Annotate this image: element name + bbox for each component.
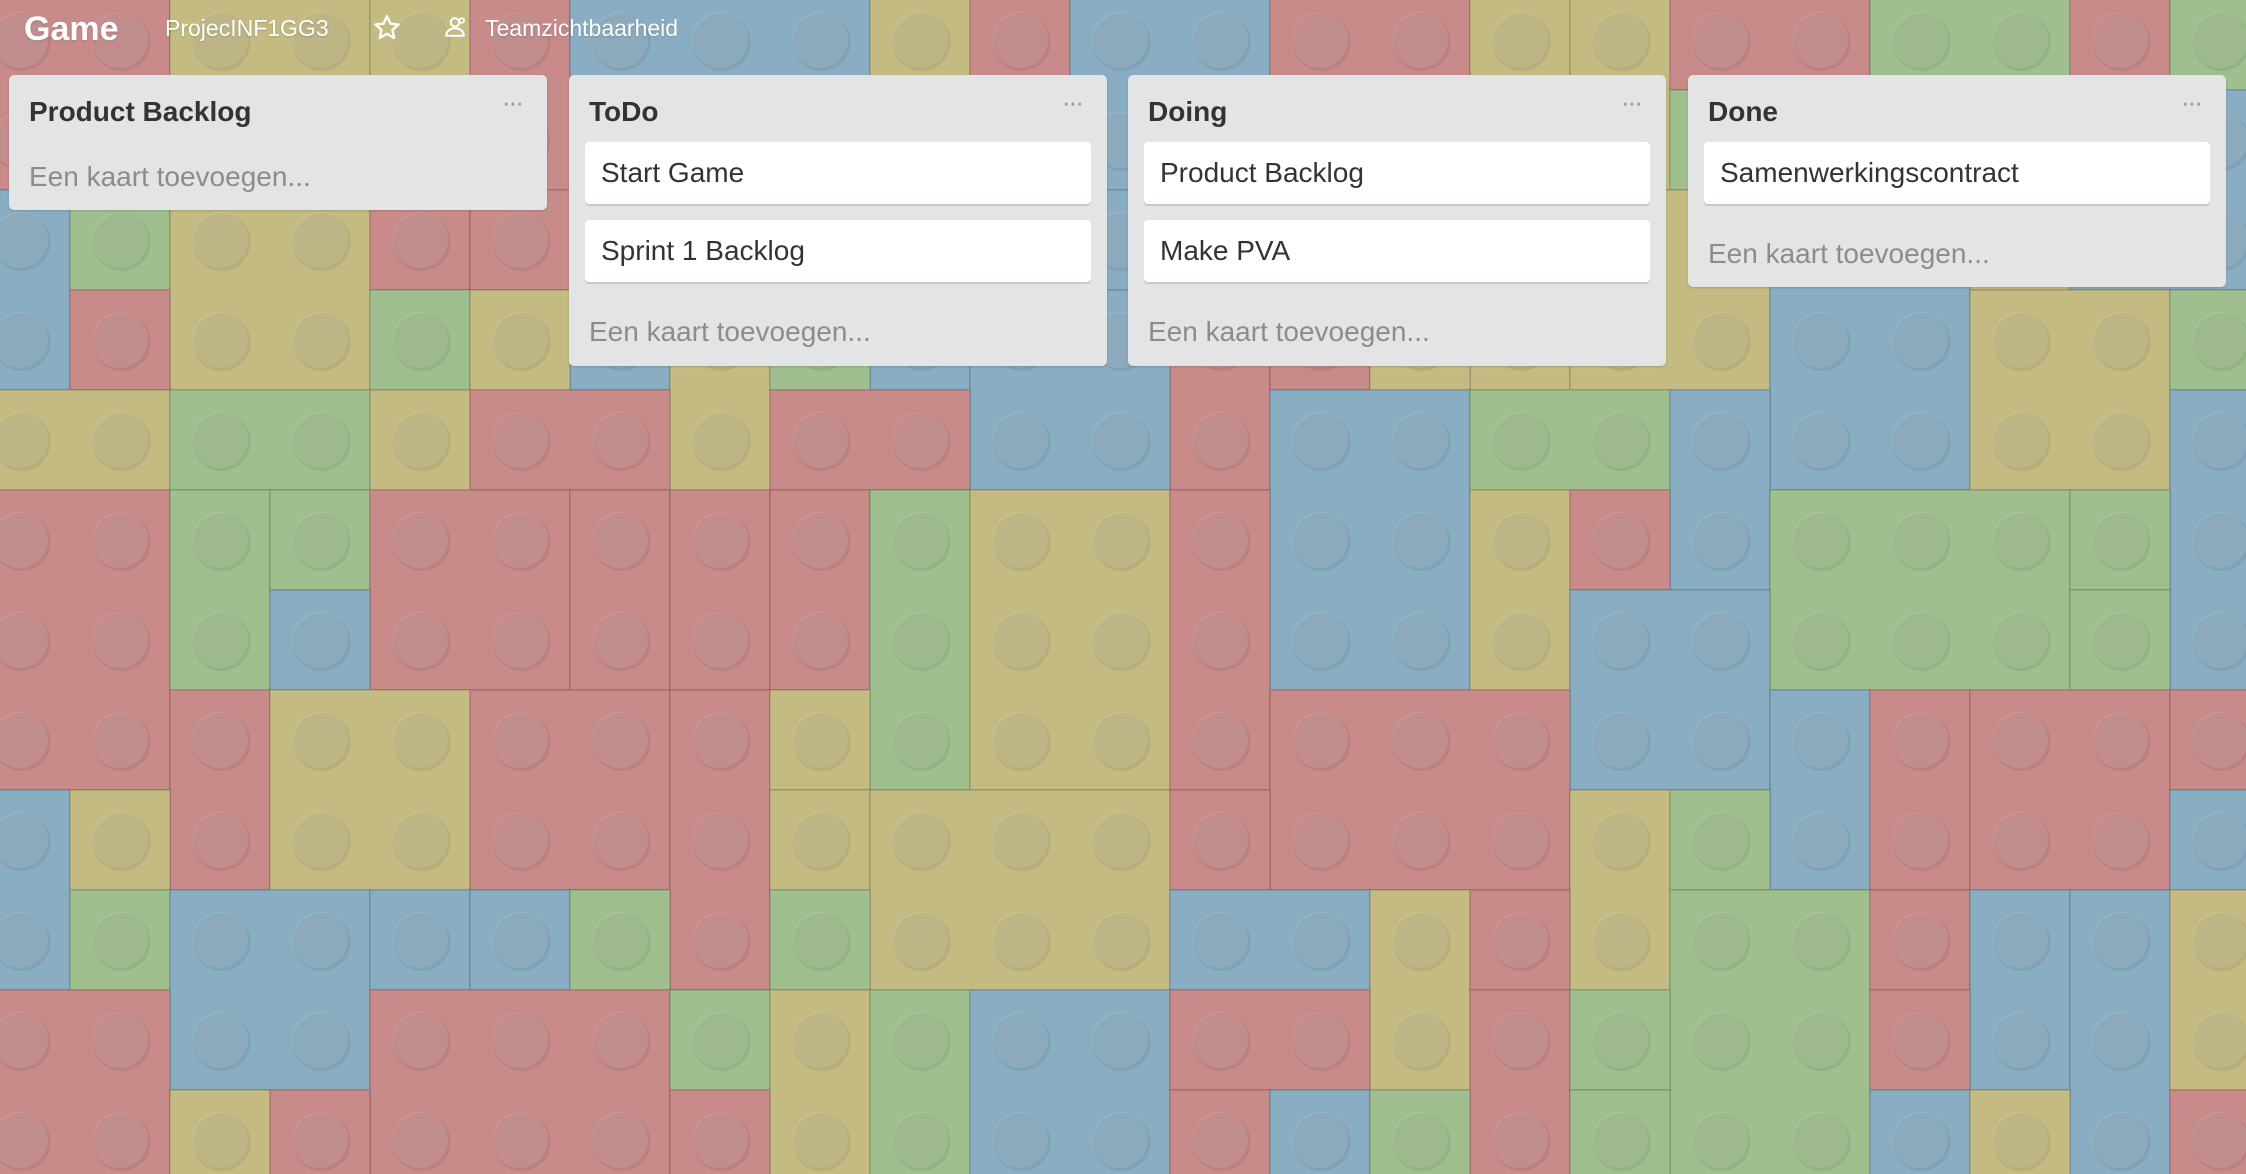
ellipsis-icon[interactable]: ··· bbox=[2174, 89, 2208, 123]
visibility-label[interactable]: Teamzichtbaarheid bbox=[485, 14, 678, 42]
card[interactable]: Product Backlog bbox=[1144, 142, 1650, 204]
team-link[interactable]: ProjecINF1GG3 bbox=[165, 14, 329, 42]
list-todo: ToDo ··· Start Game Sprint 1 Backlog Een… bbox=[569, 75, 1107, 366]
star-icon[interactable] bbox=[371, 12, 403, 44]
list-product-backlog: Product Backlog ··· Een kaart toevoegen.… bbox=[9, 75, 547, 210]
add-card-button[interactable]: Een kaart toevoegen... bbox=[589, 315, 871, 349]
ellipsis-icon[interactable]: ··· bbox=[1055, 89, 1089, 123]
ellipsis-icon[interactable]: ··· bbox=[495, 89, 529, 123]
team-visibility-icon[interactable] bbox=[441, 13, 469, 41]
add-card-button[interactable]: Een kaart toevoegen... bbox=[1148, 315, 1430, 349]
card[interactable]: Make PVA bbox=[1144, 220, 1650, 282]
board-title[interactable]: Game bbox=[24, 8, 119, 50]
list-title[interactable]: Doing bbox=[1148, 95, 1227, 129]
ellipsis-icon[interactable]: ··· bbox=[1614, 89, 1648, 123]
card[interactable]: Start Game bbox=[585, 142, 1091, 204]
list-done: Done ··· Samenwerkingscontract Een kaart… bbox=[1688, 75, 2226, 287]
list-title[interactable]: ToDo bbox=[589, 95, 658, 129]
card[interactable]: Sprint 1 Backlog bbox=[585, 220, 1091, 282]
add-card-button[interactable]: Een kaart toevoegen... bbox=[29, 160, 311, 194]
list-title[interactable]: Product Backlog bbox=[29, 95, 251, 129]
add-card-button[interactable]: Een kaart toevoegen... bbox=[1708, 237, 1990, 271]
board-header: Game ProjecINF1GG3 Teamzichtbaarheid bbox=[0, 0, 2246, 58]
list-doing: Doing ··· Product Backlog Make PVA Een k… bbox=[1128, 75, 1666, 366]
list-title[interactable]: Done bbox=[1708, 95, 1778, 129]
card[interactable]: Samenwerkingscontract bbox=[1704, 142, 2210, 204]
